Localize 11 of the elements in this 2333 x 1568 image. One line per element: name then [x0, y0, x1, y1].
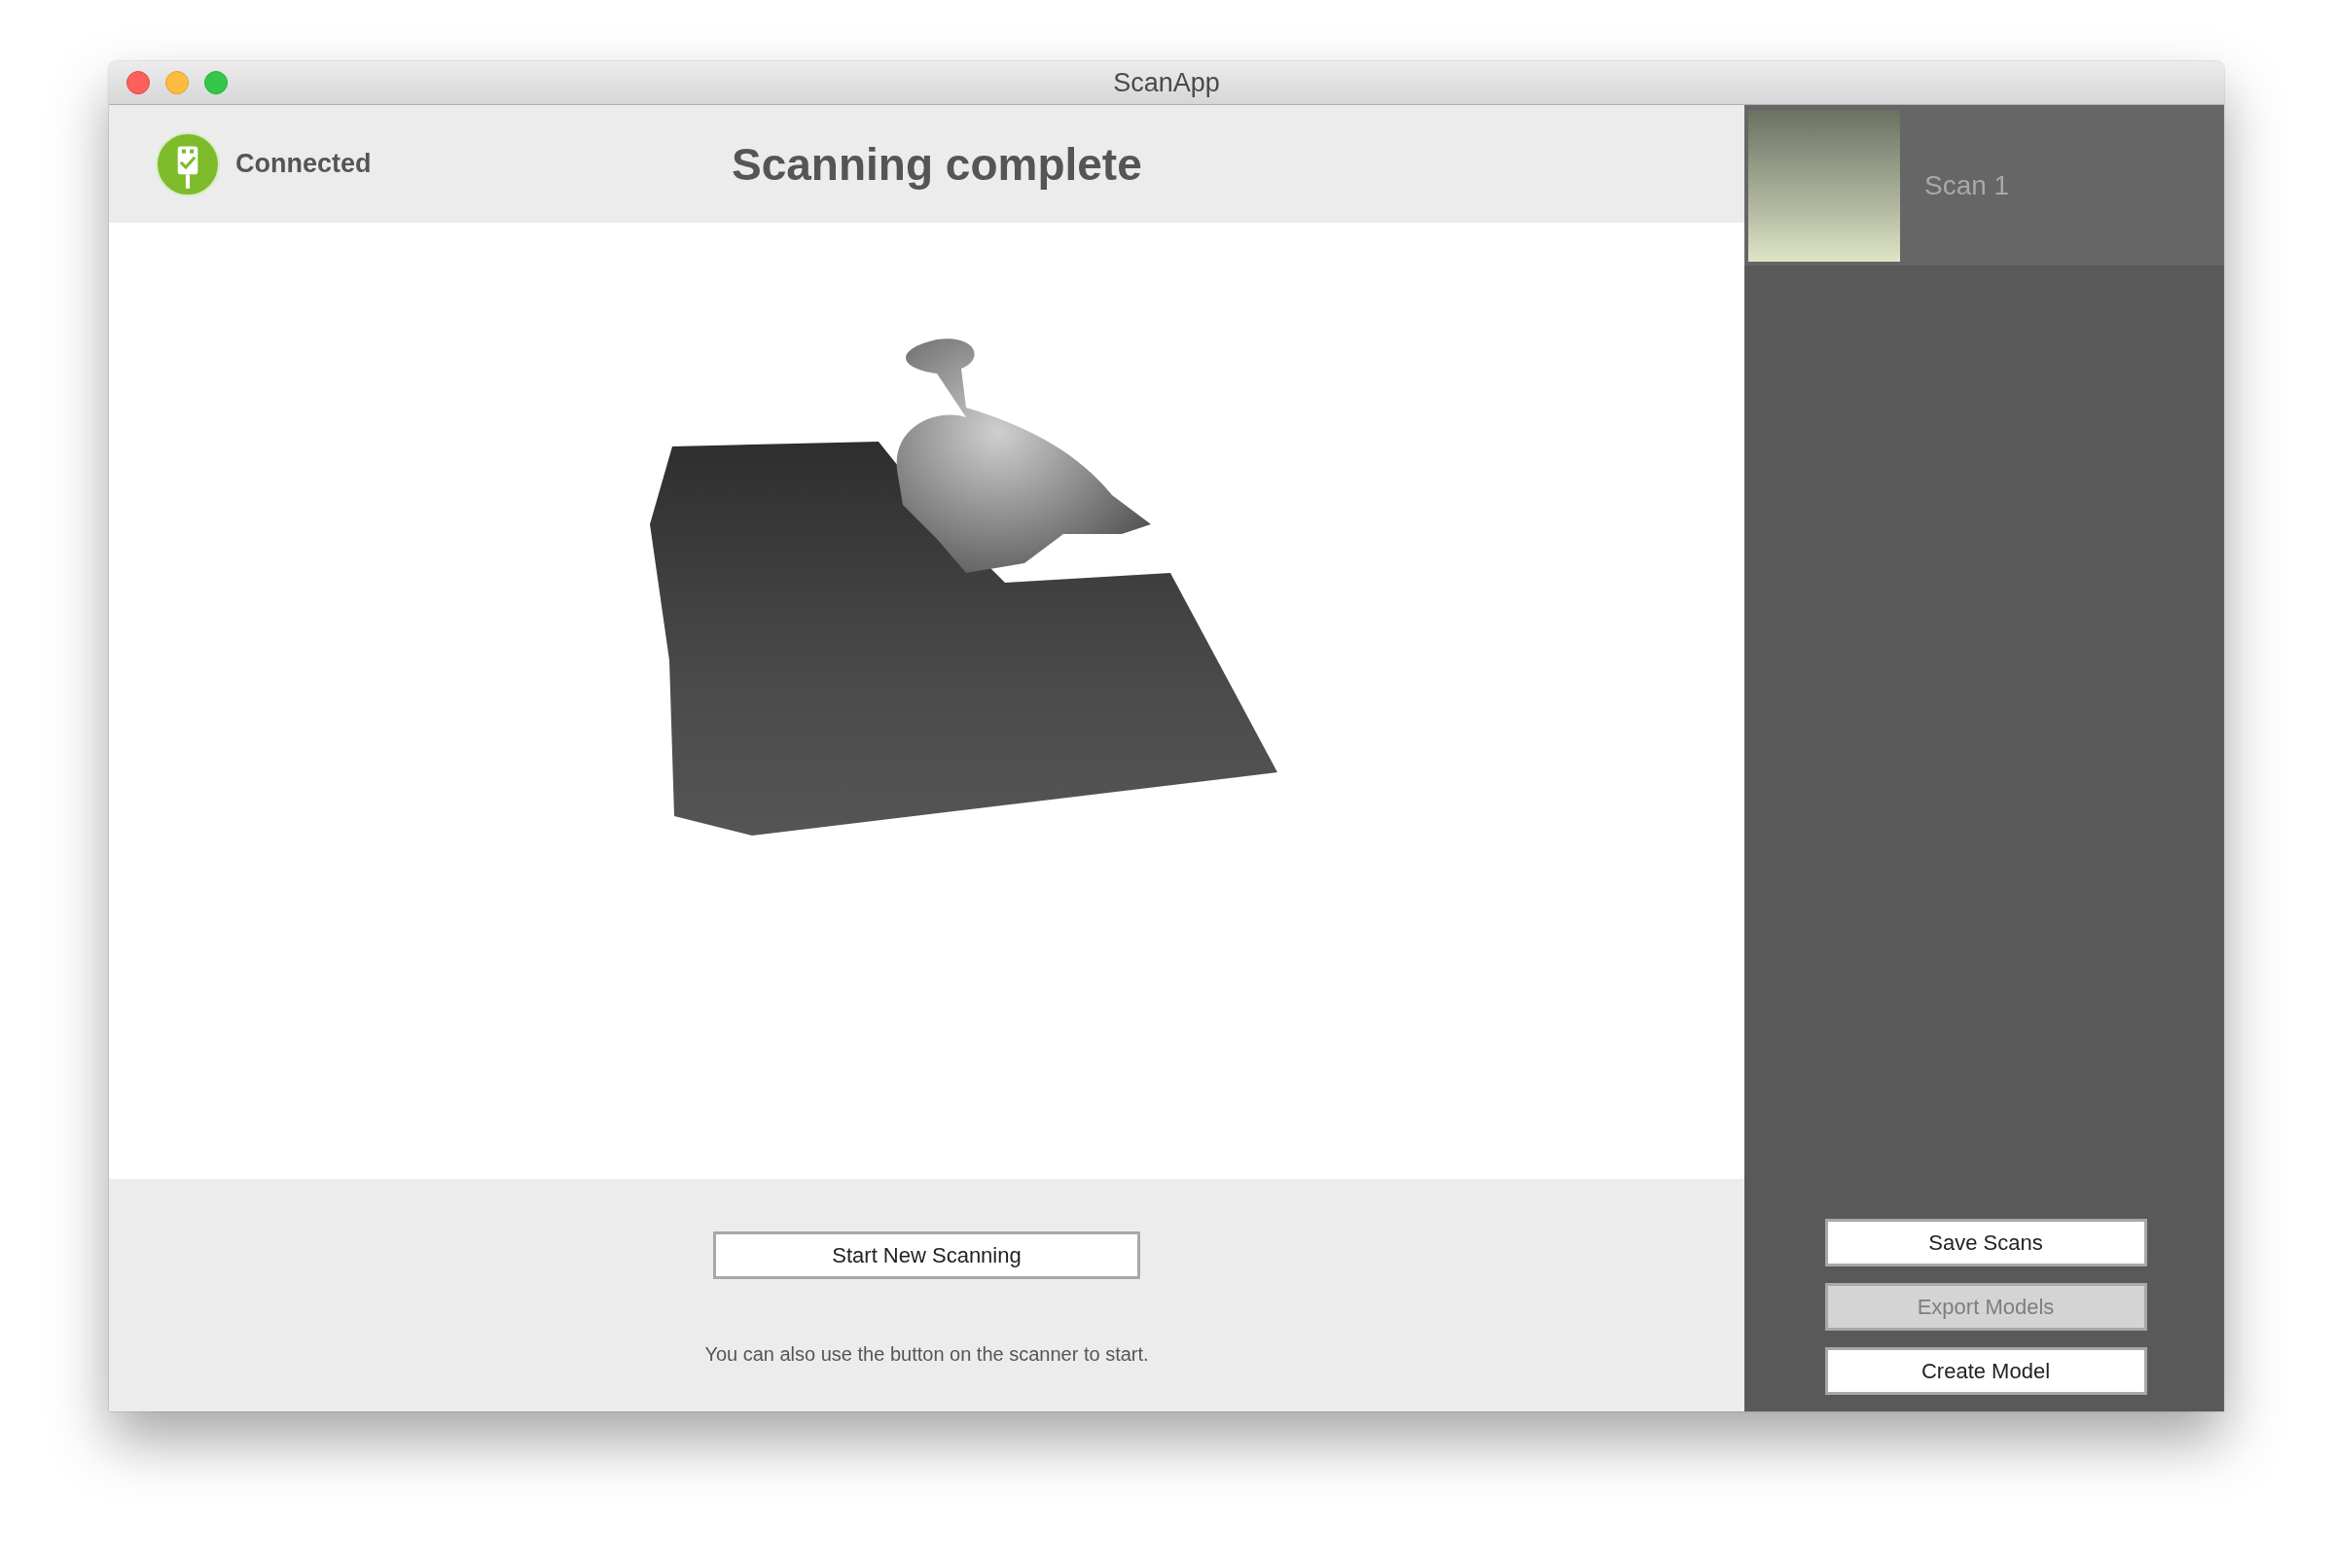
zoom-icon[interactable]	[204, 71, 228, 94]
status-heading: Scanning complete	[732, 137, 1142, 191]
minimize-icon[interactable]	[165, 71, 189, 94]
connection-status: Connected	[235, 149, 372, 179]
close-icon[interactable]	[126, 71, 150, 94]
window-title: ScanApp	[1113, 67, 1220, 98]
scan-name: Scan 1	[1924, 169, 2010, 201]
sidebar-button[interactable]: Create Model	[1824, 1347, 2147, 1395]
hint-text: You can also use the button on the scanner to start.	[704, 1343, 1149, 1366]
start-scan-button[interactable]: Start New Scanning	[713, 1231, 1140, 1279]
sidebar-button[interactable]: Save Scans	[1824, 1219, 2147, 1266]
